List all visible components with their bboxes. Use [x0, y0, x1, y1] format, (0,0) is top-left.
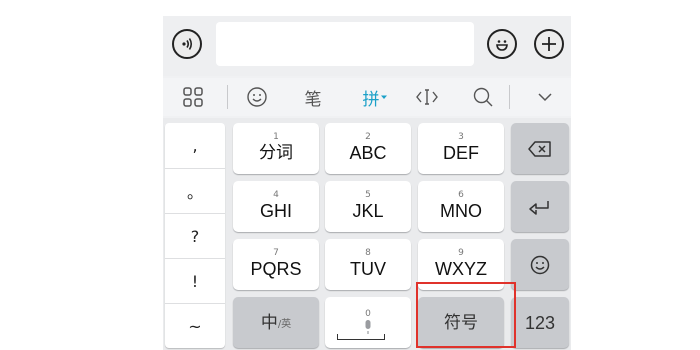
- cursor-arrows-icon: [416, 89, 438, 105]
- emoji-key[interactable]: [511, 239, 569, 290]
- enter-key[interactable]: [511, 181, 569, 232]
- voice-icon: [182, 38, 193, 50]
- punctuation-tilde[interactable]: ~: [165, 303, 225, 348]
- menu-grid-button[interactable]: [179, 78, 207, 116]
- backspace-key[interactable]: [511, 123, 569, 174]
- english-sublabel: /英: [277, 319, 292, 330]
- more-button[interactable]: [534, 29, 564, 59]
- enter-icon: [529, 200, 549, 215]
- key-3-def[interactable]: 3 DEF: [418, 123, 504, 174]
- key-label: DEF: [443, 142, 479, 163]
- key-8-tuv[interactable]: 8 TUV: [325, 239, 411, 290]
- numbers-key[interactable]: 123: [511, 297, 569, 348]
- key-label: WXYZ: [435, 258, 487, 279]
- key-number: 7: [273, 247, 279, 258]
- key-number: 9: [458, 247, 464, 258]
- punctuation-list: , 。 ? ! ~: [165, 123, 225, 348]
- smiley-outline-icon: [247, 87, 267, 107]
- numbers-label: 123: [524, 312, 556, 333]
- key-label: ABC: [349, 142, 387, 163]
- toolbar-divider: [227, 85, 228, 109]
- key-7-pqrs[interactable]: 7 PQRS: [233, 239, 319, 290]
- space-key[interactable]: 0: [325, 297, 411, 348]
- key-6-mno[interactable]: 6 MNO: [418, 181, 504, 232]
- chinese-english-toggle-key[interactable]: 中 /英: [233, 297, 319, 348]
- t9-keyboard: , 。 ? ! ~ 1 分词 2 ABC 3 DEF 4 GHI 5 JKL 6…: [163, 118, 571, 350]
- punctuation-period[interactable]: 。: [165, 168, 225, 213]
- toolbar-divider: [509, 85, 510, 109]
- key-label: 分词: [259, 142, 293, 162]
- ime-screen: 笔 拼 , 。 ? ! ~ 1 分词 2 ABC 3 DEF 4 GHI 5 J…: [163, 16, 571, 350]
- key-label: GHI: [259, 200, 292, 221]
- space-key-number: 0: [365, 308, 371, 319]
- key-number: 3: [458, 131, 464, 142]
- smiley-outline-icon: [530, 255, 550, 274]
- smiley-icon: [496, 40, 508, 51]
- plus-icon: [542, 37, 556, 51]
- handwriting-label: 笔: [304, 89, 322, 110]
- punctuation-exclamation[interactable]: !: [165, 258, 225, 303]
- key-number: 8: [365, 247, 371, 258]
- key-number: 4: [273, 189, 279, 200]
- key-number: 5: [365, 189, 371, 200]
- symbols-label: 符号: [444, 312, 478, 332]
- key-9-wxyz[interactable]: 9 WXYZ: [418, 239, 504, 290]
- key-2-abc[interactable]: 2 ABC: [325, 123, 411, 174]
- search-button[interactable]: [469, 78, 497, 116]
- emoji-button[interactable]: [487, 29, 517, 59]
- message-input[interactable]: [216, 22, 474, 66]
- microphone-icon: [365, 319, 371, 334]
- key-4-ghi[interactable]: 4 GHI: [233, 181, 319, 232]
- key-5-jkl[interactable]: 5 JKL: [325, 181, 411, 232]
- chinese-label: 中: [260, 312, 278, 332]
- key-number: 6: [458, 189, 464, 200]
- key-1-segment[interactable]: 1 分词: [233, 123, 319, 174]
- chevron-down-icon: [538, 93, 552, 102]
- punctuation-comma[interactable]: ,: [165, 123, 225, 168]
- key-label: TUV: [350, 258, 386, 279]
- punctuation-question[interactable]: ?: [165, 213, 225, 258]
- chat-input-bar: [163, 16, 571, 76]
- symbols-key[interactable]: 符号: [418, 297, 504, 348]
- pinyin-dropdown-icon: [380, 95, 387, 99]
- key-number: 1: [273, 131, 279, 142]
- handwriting-button[interactable]: 笔: [299, 78, 327, 116]
- search-icon: [473, 87, 493, 107]
- voice-toggle-button[interactable]: [172, 29, 202, 59]
- key-label: PQRS: [250, 258, 302, 279]
- pinyin-label: 拼: [362, 89, 380, 110]
- grid-icon: [183, 87, 203, 107]
- collapse-keyboard-button[interactable]: [531, 78, 559, 116]
- ime-toolbar: 笔 拼: [163, 78, 571, 116]
- key-label: JKL: [352, 200, 384, 221]
- space-bar-icon: [337, 334, 385, 340]
- cursor-move-button[interactable]: [413, 78, 441, 116]
- pinyin-mode-button[interactable]: 拼: [357, 78, 393, 116]
- key-label: MNO: [440, 200, 482, 221]
- key-number: 2: [365, 131, 371, 142]
- backspace-icon: [528, 140, 551, 157]
- emoji-panel-button[interactable]: [243, 78, 271, 116]
